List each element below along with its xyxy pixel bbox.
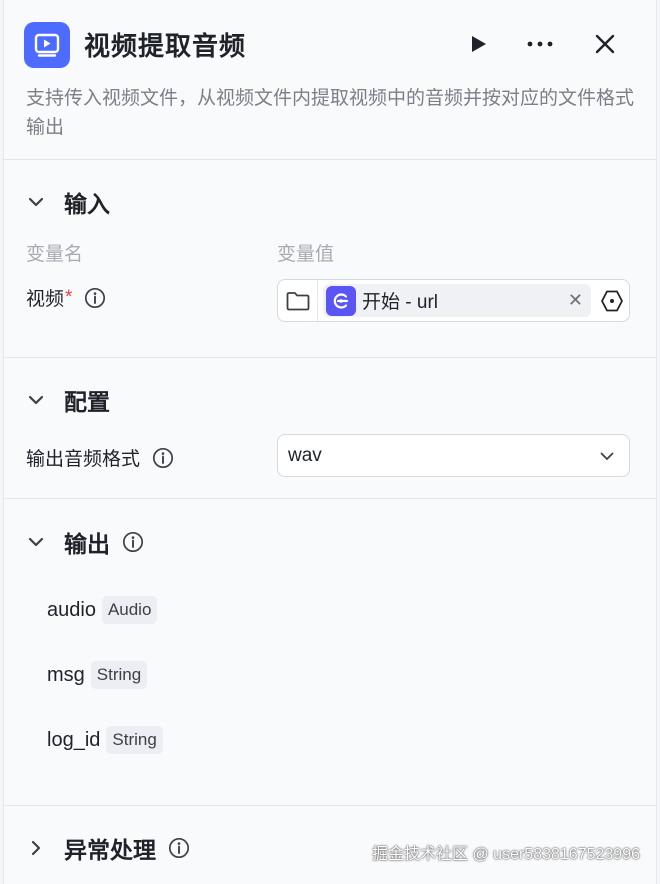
info-icon[interactable] xyxy=(168,837,190,859)
chevron-down-icon xyxy=(599,448,615,470)
output-name: msg xyxy=(47,663,85,686)
chevron-down-icon[interactable] xyxy=(26,192,46,212)
input-section-header[interactable]: 输入 xyxy=(26,186,110,218)
output-name: audio xyxy=(47,598,96,621)
output-item: msg String xyxy=(47,661,148,689)
chevron-right-icon[interactable] xyxy=(26,838,46,858)
chevron-down-icon[interactable] xyxy=(26,390,46,410)
video-field-label: 视频 * xyxy=(26,284,106,311)
column-variable-name: 变量名 xyxy=(26,244,84,265)
panel-header: 视频提取音频 支持传入视频文件，从视频文件内提取视频中的音频并按对应的文件格式输… xyxy=(4,0,656,160)
output-item: log_id String xyxy=(47,726,163,754)
output-item: audio Audio xyxy=(47,596,158,624)
clear-variable-icon[interactable]: ✕ xyxy=(568,290,583,311)
more-button[interactable] xyxy=(524,28,556,60)
close-icon xyxy=(595,34,615,54)
chevron-down-icon[interactable] xyxy=(26,532,46,552)
run-button[interactable] xyxy=(462,28,494,60)
output-name: log_id xyxy=(47,728,101,751)
exception-section-title: 异常处理 xyxy=(64,837,156,863)
audio-format-label: 输出音频格式 xyxy=(26,444,174,471)
start-node-icon xyxy=(326,285,356,316)
variable-reference-chip[interactable]: 开始 - url ✕ xyxy=(323,284,591,317)
column-variable-value: 变量值 xyxy=(277,244,335,265)
config-section-title: 配置 xyxy=(64,389,110,415)
type-badge: String xyxy=(90,661,148,689)
node-title: 视频提取音频 xyxy=(84,31,247,61)
node-description: 支持传入视频文件，从视频文件内提取视频中的音频并按对应的文件格式输出 xyxy=(26,88,635,138)
divider xyxy=(4,498,656,499)
input-section-title: 输入 xyxy=(64,191,110,217)
info-icon[interactable] xyxy=(152,447,174,469)
exception-section-header[interactable]: 异常处理 xyxy=(26,832,190,864)
more-dots-icon xyxy=(527,41,553,47)
output-section-header[interactable]: 输出 xyxy=(26,526,144,558)
audio-format-select[interactable]: wav xyxy=(277,434,630,477)
variable-chip-label: 开始 - url xyxy=(362,292,439,313)
type-badge: String xyxy=(106,726,163,754)
divider xyxy=(4,159,656,160)
divider xyxy=(4,357,656,358)
watermark: 掘金技术社区 @ user5838167523996 xyxy=(372,846,640,863)
close-button[interactable] xyxy=(589,28,621,60)
video-variable-input[interactable]: 开始 - url ✕ xyxy=(277,279,630,322)
output-section-title: 输出 xyxy=(64,531,110,557)
node-panel: 视频提取音频 支持传入视频文件，从视频文件内提取视频中的音频并按对应的文件格式输… xyxy=(3,0,657,884)
audio-format-label-text: 输出音频格式 xyxy=(26,449,141,470)
play-icon xyxy=(472,36,486,52)
config-section-header[interactable]: 配置 xyxy=(26,384,110,416)
audio-format-value: wav xyxy=(288,444,322,466)
video-label-text: 视频 xyxy=(26,289,65,310)
video-node-icon xyxy=(24,22,70,68)
variable-picker-icon[interactable] xyxy=(599,288,625,314)
info-icon[interactable] xyxy=(84,287,106,309)
info-icon[interactable] xyxy=(122,531,144,553)
required-mark: * xyxy=(65,286,73,308)
divider xyxy=(4,805,656,806)
type-badge: Audio xyxy=(101,596,158,624)
folder-icon[interactable] xyxy=(278,280,318,321)
